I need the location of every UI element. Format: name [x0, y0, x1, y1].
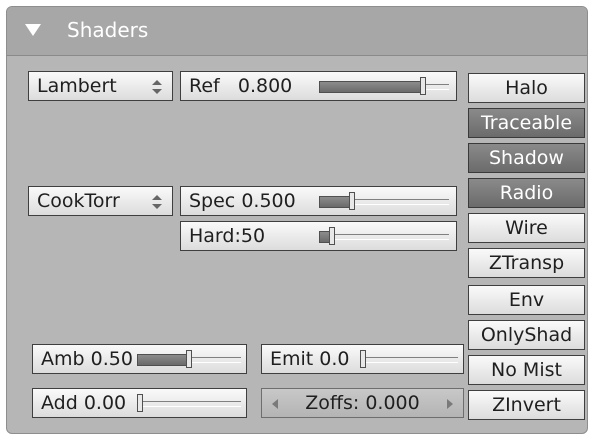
slider-handle[interactable]	[349, 192, 355, 210]
spec-value: 0.500	[241, 190, 296, 212]
toggle-traceable[interactable]: Traceable	[468, 108, 585, 138]
zoffs-number-field[interactable]: Zoffs: 0.000	[261, 388, 464, 418]
updown-arrows-icon	[152, 80, 162, 94]
slider-track	[137, 401, 241, 407]
slider-handle[interactable]	[360, 350, 366, 368]
shaders-panel: Shaders Lambert Ref 0.800 CookTorr Spec …	[6, 6, 588, 434]
add-slider[interactable]: Add 0.00	[32, 388, 247, 418]
increment-arrow-icon[interactable]	[447, 399, 453, 409]
emit-slider[interactable]: Emit 0.0	[261, 344, 464, 374]
toggle-shadow[interactable]: Shadow	[468, 143, 585, 173]
slider-fill	[319, 196, 352, 208]
spec-label: Spec 0.500	[189, 190, 296, 212]
panel-header[interactable]: Shaders	[7, 7, 587, 56]
toggle-radio[interactable]: Radio	[468, 178, 585, 208]
toggle-env[interactable]: Env	[468, 285, 585, 315]
ref-label: Ref 0.800	[189, 75, 293, 97]
panel-title: Shaders	[67, 18, 149, 42]
toggle-onlyshad[interactable]: OnlyShad	[468, 320, 585, 350]
slider-handle[interactable]	[329, 227, 335, 245]
amb-label: Amb 0.50	[41, 348, 133, 370]
toggle-no-mist[interactable]: No Mist	[468, 355, 585, 385]
amb-slider[interactable]: Amb 0.50	[32, 344, 247, 374]
hard-slider[interactable]: Hard:50	[180, 221, 457, 251]
zoffs-value: 0.000	[365, 392, 420, 414]
hard-value: 50	[240, 225, 266, 247]
slider-handle[interactable]	[420, 77, 426, 95]
slider-handle[interactable]	[137, 394, 143, 412]
spec-slider[interactable]: Spec 0.500	[180, 186, 457, 216]
ref-slider[interactable]: Ref 0.800	[180, 71, 457, 101]
toggle-zinvert[interactable]: ZInvert	[468, 390, 585, 420]
zoffs-text: Zoffs: 0.000	[262, 394, 463, 413]
slider-track	[360, 357, 458, 363]
specular-shader-menu[interactable]: CookTorr	[28, 186, 173, 216]
slider-handle[interactable]	[186, 350, 192, 368]
slider-fill	[137, 354, 189, 366]
collapse-triangle-icon[interactable]	[25, 24, 41, 36]
emit-label: Emit 0.0	[270, 348, 350, 370]
updown-arrows-icon	[152, 195, 162, 209]
specular-shader-label: CookTorr	[37, 190, 120, 212]
toggle-wire[interactable]: Wire	[468, 213, 585, 243]
zoffs-label: Zoffs:	[305, 392, 360, 414]
slider-fill	[319, 81, 423, 93]
ref-value: 0.800	[237, 75, 293, 97]
emit-value: 0.0	[319, 348, 350, 370]
diffuse-shader-menu[interactable]: Lambert	[28, 71, 173, 101]
diffuse-shader-label: Lambert	[37, 75, 117, 97]
toggle-halo[interactable]: Halo	[468, 73, 585, 103]
amb-value: 0.50	[90, 348, 133, 370]
add-value: 0.00	[83, 392, 127, 414]
toggle-ztransp[interactable]: ZTransp	[468, 248, 585, 278]
slider-track	[319, 234, 449, 240]
hard-label: Hard:50	[189, 225, 266, 247]
add-label: Add 0.00	[41, 392, 127, 414]
